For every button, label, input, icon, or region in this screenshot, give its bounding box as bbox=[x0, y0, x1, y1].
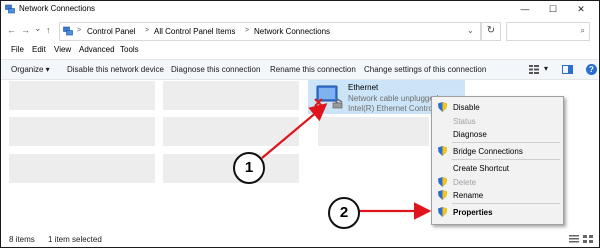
breadcrumb-network-connections[interactable]: Network Connections bbox=[254, 27, 330, 36]
menu-edit[interactable]: Edit bbox=[32, 45, 46, 54]
menu-view[interactable]: View bbox=[54, 45, 71, 54]
search-icon: ⌕ bbox=[580, 26, 585, 35]
diagnose-button[interactable]: Diagnose this connection bbox=[171, 65, 260, 74]
menu-item-disable[interactable]: Disable bbox=[453, 103, 480, 112]
rename-button[interactable]: Rename this connection bbox=[270, 65, 356, 74]
selection-count: 1 item selected bbox=[48, 235, 102, 244]
close-button[interactable]: ✕ bbox=[567, 2, 595, 16]
ethernet-status: Network cable unplugged bbox=[348, 94, 439, 103]
uac-shield-icon bbox=[438, 190, 447, 200]
control-panel-icon bbox=[63, 26, 73, 36]
menu-item-diagnose[interactable]: Diagnose bbox=[453, 130, 487, 139]
minimize-button[interactable]: — bbox=[511, 2, 539, 16]
back-arrow-icon[interactable]: ← bbox=[7, 25, 16, 35]
ethernet-adapter-icon bbox=[314, 85, 343, 109]
connection-tile[interactable] bbox=[9, 154, 155, 183]
forward-arrow-icon[interactable]: → bbox=[21, 25, 30, 35]
connection-tile[interactable] bbox=[9, 117, 155, 146]
uac-shield-icon bbox=[438, 177, 447, 187]
connection-tile[interactable] bbox=[163, 154, 299, 183]
connection-tile[interactable] bbox=[163, 81, 299, 110]
callout-2: 2 bbox=[328, 197, 360, 229]
connection-tile[interactable] bbox=[9, 81, 155, 110]
preview-pane-icon[interactable] bbox=[562, 65, 573, 74]
address-dropdown-icon[interactable]: ⌄ bbox=[467, 26, 474, 35]
tiles-view-icon[interactable] bbox=[583, 235, 593, 243]
menu-separator bbox=[452, 159, 560, 160]
view-options-icon[interactable] bbox=[529, 65, 539, 74]
uac-shield-icon bbox=[438, 207, 447, 217]
menu-item-status[interactable]: Status bbox=[453, 117, 476, 126]
menu-separator bbox=[452, 142, 560, 143]
title-bar: Network Connections — ☐ ✕ bbox=[1, 1, 599, 17]
refresh-icon[interactable]: ↻ bbox=[481, 22, 501, 41]
menu-file[interactable]: File bbox=[11, 45, 24, 54]
uac-shield-icon bbox=[438, 146, 447, 156]
menu-tools[interactable]: Tools bbox=[120, 45, 139, 54]
recent-locations-icon[interactable]: ⌄ bbox=[34, 23, 42, 34]
maximize-button[interactable]: ☐ bbox=[539, 2, 567, 16]
ethernet-adapter: Intel(R) Ethernet Controller bbox=[348, 104, 444, 113]
uac-shield-icon bbox=[438, 102, 447, 112]
ethernet-name: Ethernet bbox=[348, 83, 379, 92]
status-bar: 8 items 1 item selected bbox=[1, 232, 599, 246]
breadcrumb-all-items[interactable]: All Control Panel Items bbox=[154, 27, 235, 36]
change-settings-button[interactable]: Change settings of this connection bbox=[364, 65, 486, 74]
address-bar: ← → ⌄ ↑ > Control Panel > All Control Pa… bbox=[1, 20, 599, 42]
menu-item-delete[interactable]: Delete bbox=[453, 178, 476, 187]
search-input[interactable]: ⌕ bbox=[506, 22, 590, 41]
menu-item-bridge-connections[interactable]: Bridge Connections bbox=[453, 147, 523, 156]
app-network-icon bbox=[5, 4, 15, 14]
menu-advanced[interactable]: Advanced bbox=[79, 45, 115, 54]
window-title: Network Connections bbox=[19, 4, 96, 13]
up-arrow-icon[interactable]: ↑ bbox=[46, 25, 51, 35]
menu-separator bbox=[452, 203, 560, 204]
connection-tile[interactable] bbox=[318, 117, 429, 146]
context-menu: Disable Status Diagnose Bridge Connectio… bbox=[431, 96, 564, 225]
menu-item-rename[interactable]: Rename bbox=[453, 191, 483, 200]
view-dropdown-icon[interactable]: ▾ bbox=[544, 64, 548, 73]
address-box[interactable]: > Control Panel > All Control Panel Item… bbox=[59, 22, 481, 41]
help-icon[interactable]: ? bbox=[586, 64, 597, 75]
menu-item-properties[interactable]: Properties bbox=[453, 208, 493, 217]
menu-bar: File Edit View Advanced Tools bbox=[1, 44, 599, 57]
items-count: 8 items bbox=[9, 235, 35, 244]
breadcrumb-separator: > bbox=[77, 27, 82, 34]
menu-item-create-shortcut[interactable]: Create Shortcut bbox=[453, 164, 509, 173]
callout-1: 1 bbox=[233, 152, 265, 184]
breadcrumb-separator: > bbox=[245, 27, 250, 34]
connection-tile[interactable] bbox=[163, 117, 299, 146]
disable-device-button[interactable]: Disable this network device bbox=[67, 65, 164, 74]
breadcrumb-control-panel[interactable]: Control Panel bbox=[87, 27, 135, 36]
command-bar: Organize ▾ Disable this network device D… bbox=[1, 59, 598, 80]
breadcrumb-separator: > bbox=[145, 27, 150, 34]
organize-button[interactable]: Organize ▾ bbox=[11, 65, 50, 74]
details-view-icon[interactable] bbox=[569, 235, 579, 243]
